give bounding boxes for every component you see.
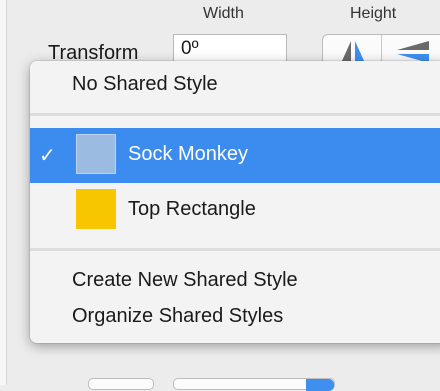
bottom-popup[interactable]: [173, 378, 335, 391]
height-column-label: Height: [350, 5, 397, 22]
width-column-label: Width: [203, 5, 244, 22]
style-label-top-rectangle: Top Rectangle: [128, 198, 256, 220]
popup-arrow: [306, 379, 334, 391]
menu-separator: [30, 113, 440, 116]
style-label-sock-monkey: Sock Monkey: [128, 143, 249, 165]
checkmark-icon: ✓: [39, 145, 56, 167]
menu-item-no-shared-style[interactable]: No Shared Style: [30, 73, 440, 99]
menu-separator: [30, 248, 440, 251]
menu-item-organize-shared-styles[interactable]: Organize Shared Styles: [30, 305, 440, 331]
style-swatch-top-rectangle: [76, 189, 116, 229]
menu-item-sock-monkey[interactable]: ✓ Sock Monkey: [30, 128, 440, 183]
menu-item-top-rectangle[interactable]: Top Rectangle: [30, 183, 440, 238]
left-panel-edge: [0, 0, 7, 385]
shared-style-menu: No Shared Style ✓ Sock Monkey Top Rectan…: [30, 61, 440, 343]
style-swatch-sock-monkey: [76, 134, 116, 174]
menu-item-create-shared-style[interactable]: Create New Shared Style: [30, 269, 440, 295]
bottom-stepper[interactable]: [88, 378, 154, 390]
